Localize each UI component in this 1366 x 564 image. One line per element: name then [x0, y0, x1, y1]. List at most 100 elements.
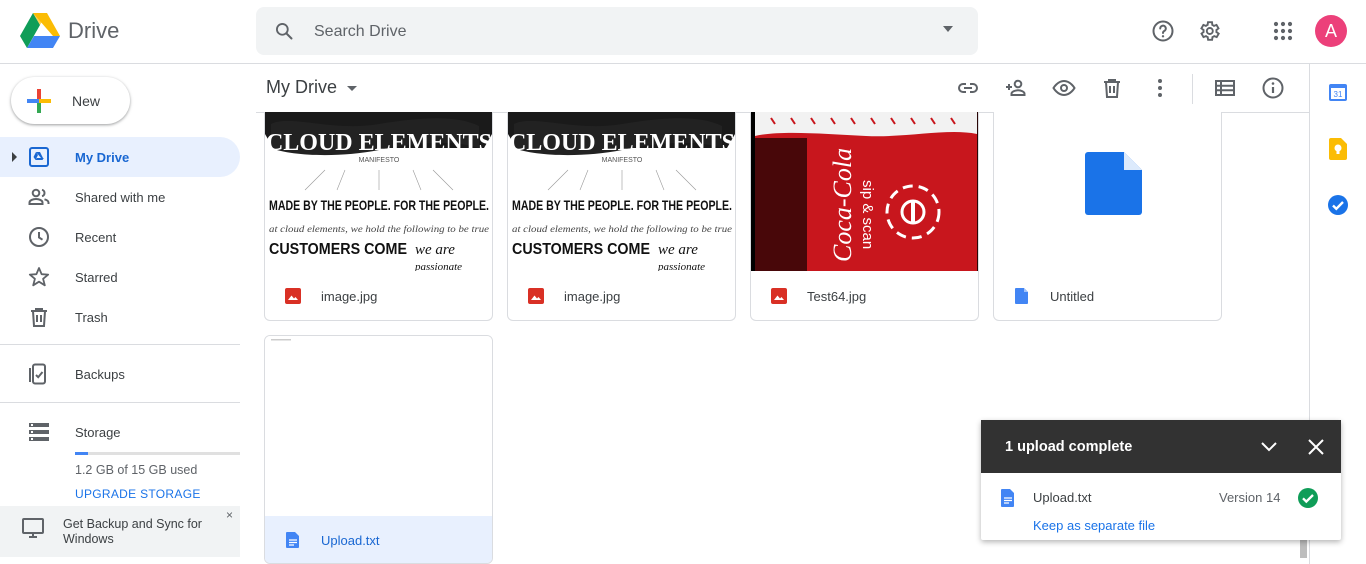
new-button[interactable]: New	[11, 77, 130, 124]
promo-text: Get Backup and Sync for Windows	[63, 517, 202, 546]
page-title[interactable]: My Drive	[266, 77, 337, 98]
sidebar-item-backups[interactable]: Backups	[0, 354, 240, 394]
poster-line-2: at cloud elements, we hold the following…	[512, 224, 732, 234]
poster-line-1: MADE BY THE PEOPLE. FOR THE PEOPLE.	[269, 197, 489, 213]
upgrade-storage-link[interactable]: UPGRADE STORAGE	[75, 487, 201, 501]
sidebar-item-starred[interactable]: Starred	[0, 257, 240, 297]
storage-icon	[27, 420, 51, 444]
poster-line-3: CUSTOMERS COME	[512, 241, 650, 258]
check-circle-icon	[1297, 487, 1319, 509]
doc-thumbnail	[994, 112, 1221, 271]
poster-line-4: we are	[658, 242, 698, 258]
sidebar-item-trash[interactable]: Trash	[0, 297, 240, 337]
sidebar-item-label: Recent	[75, 229, 117, 245]
link-icon[interactable]	[952, 72, 984, 104]
computer-icon	[21, 516, 45, 540]
calendar-icon[interactable]: 31	[1328, 82, 1348, 102]
info-icon[interactable]	[1257, 72, 1289, 104]
tasks-icon[interactable]	[1327, 194, 1349, 216]
add-person-icon[interactable]	[1000, 72, 1032, 104]
can-brand-text: Coca-Cola	[828, 148, 857, 262]
file-card[interactable]: CLOUD ELEMENTS MANIFESTO MADE BY THE PEO…	[507, 112, 736, 321]
help-icon[interactable]	[1143, 11, 1183, 51]
poster-title: CLOUD ELEMENTS	[509, 130, 735, 156]
apps-grid-icon[interactable]	[1263, 11, 1303, 51]
file-card[interactable]: Upload.txt	[264, 335, 493, 564]
file-card-footer[interactable]: Untitled	[994, 272, 1221, 320]
file-card[interactable]: Untitled	[993, 112, 1222, 321]
scrollbar-thumb[interactable]	[1300, 540, 1307, 558]
keep-separate-link[interactable]: Keep as separate file	[1033, 518, 1155, 533]
image-file-icon	[771, 288, 787, 304]
poster-sub: MANIFESTO	[359, 157, 400, 164]
star-icon	[27, 265, 51, 289]
doc-file-icon	[1014, 288, 1030, 304]
drive-logo-icon[interactable]	[20, 13, 60, 49]
poster-line-2: at cloud elements, we hold the following…	[269, 224, 489, 234]
file-name: Upload.txt	[321, 533, 380, 548]
sidebar-item-label: Trash	[75, 309, 108, 325]
poster-line-3: CUSTOMERS COME	[269, 241, 407, 258]
storage-bar-fill	[75, 452, 88, 455]
sidebar-item-storage[interactable]: Storage	[0, 412, 240, 452]
svg-text:31: 31	[1334, 90, 1343, 99]
search-input[interactable]	[312, 13, 916, 51]
sidebar-item-label: Storage	[75, 424, 121, 440]
more-vert-icon[interactable]	[1144, 72, 1176, 104]
file-name: Test64.jpg	[807, 289, 867, 304]
text-thumbnail	[265, 336, 492, 516]
doc-file-icon	[285, 532, 301, 548]
sidebar-item-recent[interactable]: Recent	[0, 217, 240, 257]
file-name: image.jpg	[321, 289, 378, 304]
keep-icon[interactable]	[1329, 138, 1347, 160]
sidebar-item-label: Backups	[75, 366, 125, 382]
sidebar-divider	[0, 402, 240, 403]
list-view-icon[interactable]	[1209, 72, 1241, 104]
sidebar-item-shared[interactable]: Shared with me	[0, 177, 240, 217]
poster-line-5: passionate	[657, 261, 705, 271]
trash-icon	[27, 305, 51, 329]
poster-sub: MANIFESTO	[602, 157, 643, 164]
close-icon[interactable]: ×	[226, 508, 233, 522]
sidebar-item-label: Shared with me	[75, 189, 166, 205]
trash-icon[interactable]	[1096, 72, 1128, 104]
search-icon[interactable]	[274, 21, 294, 41]
poster-line-1: MADE BY THE PEOPLE. FOR THE PEOPLE.	[512, 197, 732, 213]
avatar[interactable]: A	[1315, 15, 1347, 47]
sidebar-item-label: My Drive	[75, 149, 130, 165]
file-card-footer[interactable]: Test64.jpg	[751, 272, 978, 320]
poster-title: CLOUD ELEMENTS	[266, 130, 492, 156]
app-name[interactable]: Drive	[68, 18, 119, 44]
file-card[interactable]: Coca-Cola sip & scan Test64.jpg	[750, 112, 979, 321]
file-card-footer[interactable]: Upload.txt	[265, 516, 492, 563]
sidebar-divider	[0, 344, 240, 345]
file-name: Untitled	[1050, 289, 1095, 304]
poster-thumbnail: CLOUD ELEMENTS MANIFESTO MADE BY THE PEO…	[508, 112, 735, 271]
plus-icon	[25, 87, 53, 115]
doc-file-icon	[1000, 489, 1016, 507]
close-icon[interactable]	[1306, 437, 1326, 457]
eye-icon[interactable]	[1048, 72, 1080, 104]
upload-toast-title: 1 upload complete	[1005, 439, 1133, 455]
upload-file-name[interactable]: Upload.txt	[1033, 490, 1092, 505]
shared-icon	[27, 185, 51, 209]
search-options-icon[interactable]	[941, 24, 955, 34]
poster-line-4: we are	[415, 242, 455, 258]
image-file-icon	[528, 288, 544, 304]
sidebar-item-my-drive[interactable]: My Drive	[0, 137, 240, 177]
image-file-icon	[285, 288, 301, 304]
file-name: image.jpg	[564, 289, 621, 304]
expand-caret-icon[interactable]	[12, 152, 17, 162]
gear-icon[interactable]	[1189, 11, 1229, 51]
can-thumbnail: Coca-Cola sip & scan	[751, 112, 978, 271]
poster-thumbnail: CLOUD ELEMENTS MANIFESTO MADE BY THE PEO…	[265, 112, 492, 271]
file-card-footer[interactable]: image.jpg	[265, 272, 492, 320]
file-card[interactable]: CLOUD ELEMENTS MANIFESTO MADE BY THE PEO…	[264, 112, 493, 321]
chevron-down-icon[interactable]	[347, 86, 357, 91]
storage-used-text: 1.2 GB of 15 GB used	[75, 463, 198, 477]
backup-icon	[27, 362, 51, 386]
file-card-footer[interactable]: image.jpg	[508, 272, 735, 320]
chevron-down-icon[interactable]	[1258, 437, 1280, 457]
poster-line-5: passionate	[414, 261, 462, 271]
upload-version: Version 14	[1219, 490, 1281, 505]
